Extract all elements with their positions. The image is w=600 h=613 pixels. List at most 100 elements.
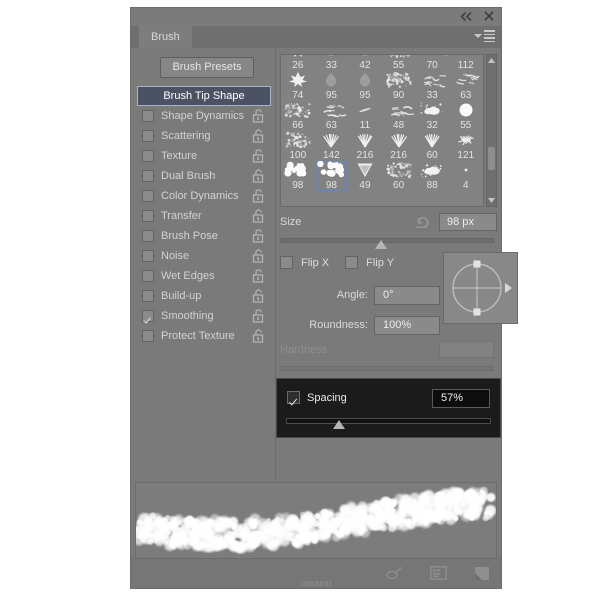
option-checkbox[interactable] [142, 190, 154, 202]
flip-y-checkbox[interactable] [345, 256, 359, 269]
brush-tip-cell[interactable]: 26 [281, 55, 315, 71]
brush-option-protect-texture[interactable]: Protect Texture [137, 326, 271, 346]
brush-tip-cell[interactable]: 112 [449, 55, 483, 71]
tab-brush[interactable]: Brush [139, 26, 192, 48]
brush-tip-cell[interactable]: 63 [315, 101, 349, 131]
brush-tip-cell[interactable]: 98 [281, 161, 315, 191]
spacing-slider-thumb[interactable] [333, 420, 346, 429]
brush-option-wet-edges[interactable]: Wet Edges [137, 266, 271, 286]
brush-tip-size-label: 100 [289, 150, 307, 161]
brush-presets-button[interactable]: Brush Presets [160, 57, 254, 78]
brush-presets-panel-icon[interactable] [429, 564, 448, 582]
brush-tip-grid[interactable]: 26 33 42 55 70 112 74 95 95 90 33 63 66 63 11 48 32 55 100… [280, 54, 484, 207]
brush-tip-cell[interactable]: 100 [281, 131, 315, 161]
brush-option-dual-brush[interactable]: Dual Brush [137, 166, 271, 186]
brush-option-brush-pose[interactable]: Brush Pose [137, 226, 271, 246]
brush-tip-cell[interactable]: 63 [449, 71, 483, 101]
new-brush-preset-icon[interactable] [472, 564, 491, 582]
brush-tip-cell[interactable]: 66 [281, 101, 315, 131]
option-checkbox[interactable] [142, 270, 154, 282]
brush-tip-cell[interactable]: 60 [382, 161, 416, 191]
toggle-brush-settings-icon[interactable] [386, 564, 405, 582]
brush-option-smoothing[interactable]: Smoothing [137, 306, 271, 326]
roundness-input[interactable]: 100% [374, 316, 440, 335]
option-checkbox[interactable] [142, 330, 154, 342]
brush-tip-cell[interactable]: 55 [382, 55, 416, 71]
brush-option-scattering[interactable]: Scattering [137, 126, 271, 146]
brush-tip-cell[interactable]: 55 [449, 101, 483, 131]
brush-tip-cell[interactable]: 4 [449, 161, 483, 191]
flip-x-checkbox[interactable] [280, 256, 293, 269]
lock-open-icon[interactable] [252, 229, 265, 243]
size-slider-thumb[interactable] [374, 240, 387, 249]
brush-option-noise[interactable]: Noise [137, 246, 271, 266]
lock-open-icon[interactable] [252, 169, 265, 183]
lock-open-icon[interactable] [252, 109, 265, 123]
size-row: Size 98 px [280, 212, 497, 234]
option-checkbox[interactable] [142, 130, 154, 142]
lock-open-icon[interactable] [252, 309, 265, 323]
brush-option-brush-tip-shape[interactable]: Brush Tip Shape [137, 86, 271, 106]
option-checkbox[interactable] [142, 110, 154, 122]
panel-menu-icon[interactable] [474, 30, 495, 42]
brush-tip-cell[interactable]: 32 [415, 101, 449, 131]
size-slider-track[interactable] [280, 238, 494, 243]
brush-tip-cell[interactable]: 95 [348, 71, 382, 101]
lock-open-icon[interactable] [252, 189, 265, 203]
option-checkbox[interactable] [142, 150, 154, 162]
lock-open-icon[interactable] [252, 209, 265, 223]
panel-titlebar [131, 8, 501, 26]
brush-tip-cell[interactable]: 216 [348, 131, 382, 161]
brush-option-build-up[interactable]: Build-up [137, 286, 271, 306]
brush-tip-cell[interactable]: 11 [348, 101, 382, 131]
lock-open-icon[interactable] [252, 329, 265, 343]
brush-tip-size-label: 112 [457, 60, 474, 71]
option-checkbox[interactable] [142, 290, 154, 302]
scroll-up-arrow-icon[interactable] [487, 56, 496, 65]
spacing-section: Spacing 57% [276, 378, 501, 438]
brush-tip-cell[interactable]: 88 [415, 161, 449, 191]
scrollbar-thumb[interactable] [488, 147, 495, 170]
spacing-slider-track[interactable] [286, 418, 491, 424]
angle-roundness-dial[interactable] [443, 252, 518, 324]
reset-arrow-icon[interactable] [415, 214, 431, 230]
scroll-down-arrow-icon[interactable] [487, 196, 496, 205]
brush-option-shape-dynamics[interactable]: Shape Dynamics [137, 106, 271, 126]
brush-tip-cell[interactable]: 95 [315, 71, 349, 101]
panel-resize-grip[interactable] [301, 581, 331, 586]
option-checkbox[interactable] [142, 250, 154, 262]
brush-tip-cell[interactable]: 142 [315, 131, 349, 161]
option-checkbox[interactable] [142, 310, 154, 322]
option-checkbox[interactable] [142, 230, 154, 242]
brush-tip-cell[interactable]: 90 [382, 71, 416, 101]
brush-tip-cell[interactable]: 70 [415, 55, 449, 71]
option-checkbox[interactable] [142, 170, 154, 182]
brush-tip-cell[interactable]: 121 [449, 131, 483, 161]
lock-open-icon[interactable] [252, 269, 265, 283]
lock-open-icon[interactable] [252, 129, 265, 143]
brush-grid-scrollbar[interactable] [486, 54, 497, 207]
brush-tip-cell[interactable]: 48 [382, 101, 416, 131]
scribble-brush-icon [449, 71, 483, 88]
double-left-arrow-icon[interactable] [459, 9, 473, 23]
option-checkbox[interactable] [142, 210, 154, 222]
brush-tip-cell[interactable]: 33 [415, 71, 449, 101]
lock-open-icon[interactable] [252, 149, 265, 163]
brush-option-texture[interactable]: Texture [137, 146, 271, 166]
brush-option-transfer[interactable]: Transfer [137, 206, 271, 226]
spacing-checkbox[interactable] [287, 391, 300, 404]
spacing-input[interactable]: 57% [432, 389, 490, 408]
size-input[interactable]: 98 px [439, 213, 497, 231]
brush-tip-cell[interactable]: 216 [382, 131, 416, 161]
brush-option-color-dynamics[interactable]: Color Dynamics [137, 186, 271, 206]
brush-tip-cell[interactable]: 74 [281, 71, 315, 101]
brush-tip-cell[interactable]: 42 [348, 55, 382, 71]
brush-tip-cell[interactable]: 60 [415, 131, 449, 161]
lock-open-icon[interactable] [252, 289, 265, 303]
brush-tip-cell[interactable]: 98 [314, 161, 349, 191]
brush-tip-cell[interactable]: 33 [315, 55, 349, 71]
brush-tip-cell[interactable]: 49 [348, 161, 382, 191]
angle-input[interactable]: 0° [374, 286, 440, 305]
close-icon[interactable] [482, 9, 496, 23]
lock-open-icon[interactable] [252, 249, 265, 263]
